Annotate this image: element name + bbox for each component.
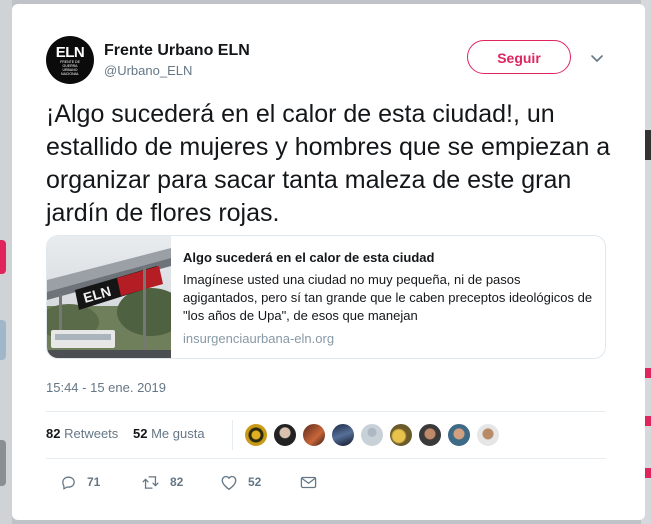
liker-avatar[interactable]	[302, 423, 326, 447]
link-preview-title: Algo sucederá en el calor de esta ciudad	[183, 250, 435, 265]
heart-icon	[221, 475, 237, 490]
tweet-text: ¡Algo sucederá en el calor de esta ciuda…	[46, 100, 611, 227]
background-accent	[0, 320, 6, 360]
direct-message-button[interactable]	[300, 470, 317, 494]
background-accent	[645, 130, 651, 160]
link-preview-domain: insurgenciaurbana-eln.org	[183, 331, 335, 346]
likes-stat[interactable]: 52 Me gusta	[133, 426, 205, 441]
tweet-actions: 71 82 52	[46, 470, 606, 496]
retweet-icon	[142, 475, 159, 489]
like-button[interactable]: 52	[220, 470, 261, 494]
retweet-count: 82	[170, 475, 184, 489]
follow-button[interactable]: Seguir	[467, 40, 571, 74]
link-preview-description: Imagínese usted una ciudad no muy pequeñ…	[183, 272, 593, 323]
link-preview-image: ELN	[47, 236, 171, 358]
reply-button[interactable]: 71	[60, 470, 100, 494]
background-accent	[645, 368, 651, 378]
liker-avatar[interactable]	[418, 423, 442, 447]
stats-divider	[232, 420, 233, 450]
background-accent	[0, 440, 6, 486]
account-name[interactable]: Frente Urbano ELN	[104, 42, 250, 60]
envelope-icon	[300, 476, 317, 488]
engagement-stats: 82 Retweets 52 Me gusta	[46, 412, 606, 458]
liker-avatar[interactable]	[476, 423, 500, 447]
background-accent	[0, 240, 6, 274]
retweet-button[interactable]: 82	[141, 470, 183, 494]
tweet-timestamp[interactable]: 15:44 - 15 ene. 2019	[46, 380, 166, 395]
liker-avatar[interactable]	[389, 423, 413, 447]
background-accent	[645, 416, 651, 426]
background-accent	[645, 468, 651, 478]
link-preview-card[interactable]: ELN Algo sucederá en el calor de esta ci…	[46, 235, 606, 359]
like-count: 52	[248, 475, 262, 489]
liker-avatar[interactable]	[244, 423, 268, 447]
liker-avatar[interactable]	[360, 423, 384, 447]
retweets-count: 82	[46, 426, 61, 441]
background-timeline-left	[0, 0, 12, 524]
retweets-stat[interactable]: 82 Retweets	[46, 426, 118, 441]
account-handle[interactable]: @Urbano_ELN	[104, 63, 192, 78]
liker-avatar[interactable]	[273, 423, 297, 447]
chevron-down-icon[interactable]	[589, 52, 605, 66]
retweets-label: Retweets	[64, 426, 119, 441]
reply-count: 71	[87, 475, 101, 489]
reply-icon	[62, 476, 75, 490]
liker-avatar[interactable]	[331, 423, 355, 447]
divider	[46, 458, 606, 459]
avatar-logo: ELN	[55, 43, 85, 61]
likes-label: Me gusta	[151, 426, 205, 441]
avatar[interactable]: ELN FRENTE DE GUERRA URBANO NACIONAL	[46, 36, 94, 84]
liker-avatar[interactable]	[447, 423, 471, 447]
tweet-card: ELN FRENTE DE GUERRA URBANO NACIONAL Fre…	[12, 4, 645, 520]
avatar-subtitle: FRENTE DE GUERRA URBANO NACIONAL	[60, 59, 80, 76]
likes-count: 52	[133, 426, 148, 441]
